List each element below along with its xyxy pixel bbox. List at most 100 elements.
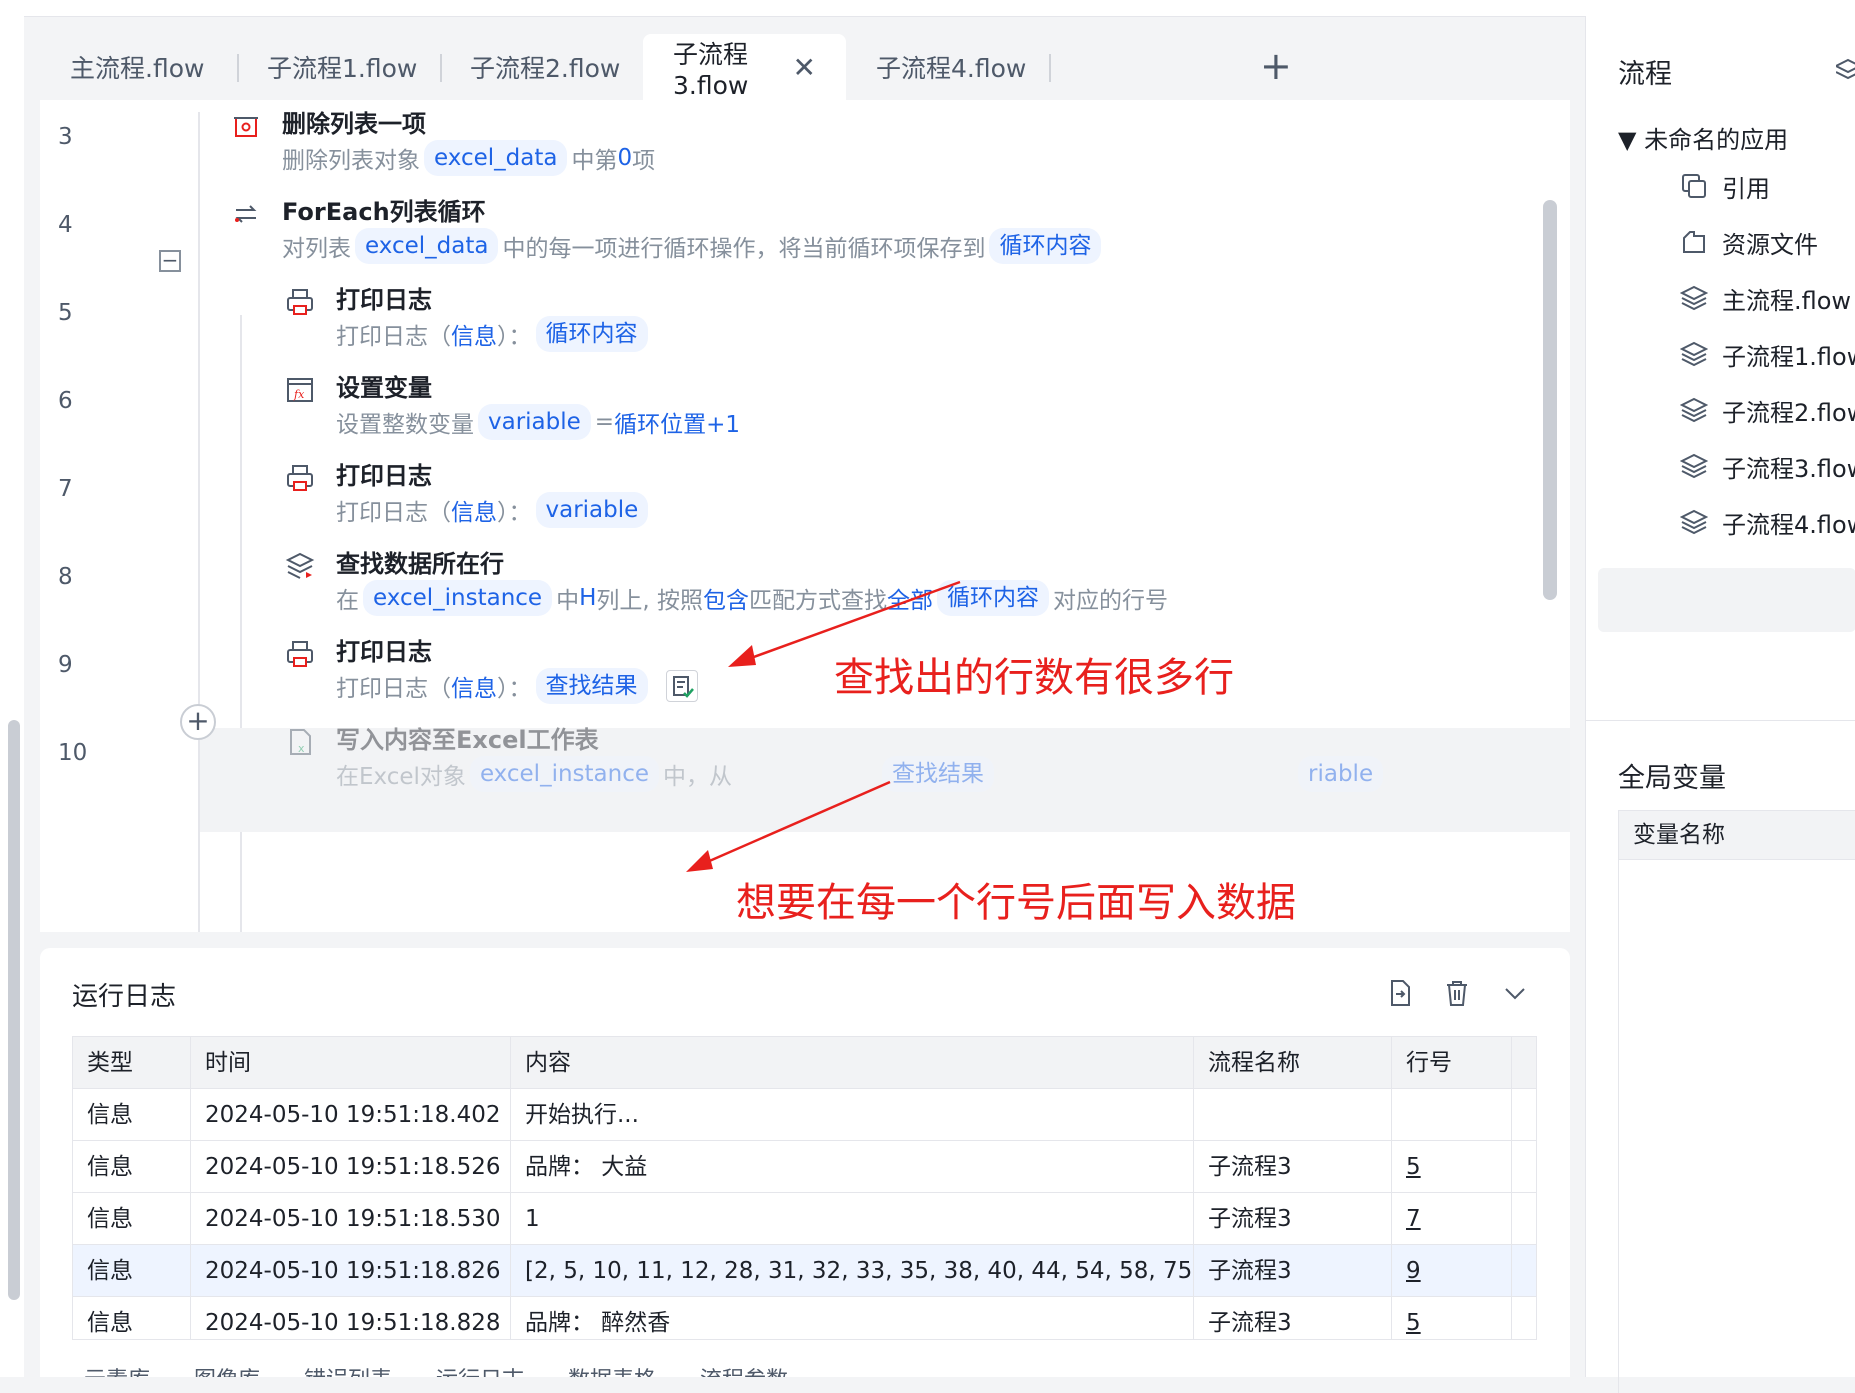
table-row[interactable]: 信息 2024-05-10 19:51:18.530 1 子流程3 7 — [73, 1193, 1536, 1245]
editor-scrollbar[interactable] — [1543, 200, 1557, 600]
tree-item-subflow-3[interactable]: 子流程3.flow — [1680, 438, 1855, 494]
line-number: 9 — [58, 652, 73, 678]
cell-line-link[interactable]: 7 — [1392, 1193, 1512, 1245]
table-row[interactable]: 信息 2024-05-10 19:51:18.526 品牌： 大益 子流程3 5 — [73, 1141, 1536, 1193]
tree-item-label: 子流程2.flow — [1722, 398, 1855, 427]
tab-label: 子流程4.flow — [876, 54, 1027, 83]
layers-icon — [1680, 397, 1708, 423]
printer-icon — [287, 641, 313, 667]
trash-box-icon — [234, 117, 258, 137]
tab-label: 子流程1.flow — [267, 54, 418, 83]
variable-chip[interactable]: excel_instance — [363, 580, 553, 616]
cell-line-link[interactable]: 9 — [1392, 1245, 1512, 1297]
collapse-toggle[interactable]: − — [159, 250, 181, 272]
log-check-icon[interactable] — [665, 670, 698, 702]
table-header: 类型 时间 内容 流程名称 行号 — [73, 1037, 1536, 1089]
line-number: 4 — [58, 212, 73, 238]
step-title: 打印日志 — [336, 638, 432, 666]
cell-time: 2024-05-10 19:51:18.826 — [191, 1245, 511, 1297]
loop-branch-line — [240, 315, 242, 932]
copy-icon — [1682, 174, 1706, 198]
printer-icon — [287, 289, 313, 315]
tab-subflow-4[interactable]: 子流程4.flow — [846, 34, 1056, 100]
excel-file-icon: x — [290, 729, 311, 755]
variable-chip[interactable]: 循环内容 — [937, 580, 1049, 616]
cell-content: 品牌： 大益 — [511, 1141, 1194, 1193]
tree-item-resources[interactable]: 资源文件 — [1680, 214, 1818, 270]
column-header: 内容 — [511, 1037, 1194, 1089]
tab-subflow-3[interactable]: 子流程3.flow ✕ — [643, 34, 846, 100]
tab-label: 子流程2.flow — [470, 54, 621, 83]
flow-editor: 3 4 5 6 7 8 9 10 − + 删除列表一项 删除列表对象 excel_… — [40, 100, 1570, 932]
variable-chip[interactable]: variable — [478, 404, 591, 440]
right-sidebar: 流程 ▼ 未命名的应用 引用 资源文件 主流程.flow 子流程1.flow 子… — [1585, 16, 1855, 1393]
table-row[interactable]: 信息 2024-05-10 19:51:18.402 开始执行... — [73, 1089, 1536, 1141]
panel-divider — [1586, 720, 1855, 721]
tab-label: 子流程3.flow — [673, 39, 749, 100]
variable-chip[interactable]: excel_instance — [469, 756, 660, 792]
variable-chip[interactable]: 查找结果 — [535, 668, 648, 704]
variable-chip[interactable]: riable — [1298, 756, 1384, 792]
cell-flow-name: 子流程3 — [1194, 1141, 1392, 1193]
tree-item-subflow-2[interactable]: 子流程2.flow — [1680, 382, 1855, 438]
tree-selected-highlight — [1598, 568, 1855, 632]
step-description: 在 excel_instance 中 H 列上, 按照 包含 匹配方式查找 全部 循环内容 对应的… — [336, 580, 1168, 616]
bottom-panel-tabs[interactable]: 元素库 图像库 错误列表 运行日志 数据表格 流程参数 — [84, 1362, 788, 1377]
variable-chip[interactable]: excel_data — [355, 228, 499, 264]
close-icon[interactable]: ✕ — [793, 51, 816, 84]
trash-icon[interactable] — [1442, 978, 1472, 1008]
variable-chip[interactable]: 循环内容 — [989, 228, 1102, 264]
panel-title: 流程 — [1618, 59, 1672, 90]
top-bar — [0, 0, 1855, 17]
layers-icon — [1680, 285, 1708, 311]
add-step-button[interactable]: + — [180, 704, 216, 740]
tab-main-flow[interactable]: 主流程.flow — [40, 34, 234, 100]
cell-line-link[interactable]: 5 — [1392, 1141, 1512, 1193]
line-number: 6 — [58, 388, 73, 414]
column-header: 流程名称 — [1194, 1037, 1392, 1089]
tab-separator — [1049, 54, 1051, 82]
layers-search-icon — [285, 552, 315, 579]
cell-content: 开始执行... — [511, 1089, 1194, 1141]
folder-icon — [1683, 231, 1705, 253]
cell-time: 2024-05-10 19:51:18.526 — [191, 1141, 511, 1193]
tab-label: 主流程.flow — [70, 54, 205, 83]
chevron-down-icon[interactable] — [1500, 978, 1530, 1008]
column-header: 类型 — [73, 1037, 191, 1089]
variable-chip[interactable]: excel_data — [424, 140, 568, 176]
tree-root-app[interactable]: ▼ 未命名的应用 — [1618, 120, 1788, 155]
add-tab-button[interactable]: + — [1260, 44, 1292, 88]
function-icon: fx — [287, 378, 313, 402]
export-icon[interactable] — [1385, 978, 1415, 1008]
tab-subflow-1[interactable]: 子流程1.flow — [237, 34, 447, 100]
tree-item-label: 资源文件 — [1722, 230, 1818, 259]
cell-time: 2024-05-10 19:51:18.530 — [191, 1193, 511, 1245]
cell-type: 信息 — [73, 1089, 191, 1141]
tree-item-subflow-4[interactable]: 子流程4.flow — [1680, 494, 1855, 550]
cell-flow-name — [1194, 1089, 1392, 1141]
tree-item-subflow-1[interactable]: 子流程1.flow — [1680, 326, 1855, 382]
cell-type: 信息 — [73, 1193, 191, 1245]
variable-chip[interactable]: 查找结果 — [882, 756, 995, 792]
cell-line-link[interactable] — [1392, 1089, 1512, 1141]
table-row-selected[interactable]: 信息 2024-05-10 19:51:18.826 [2, 5, 10, 11… — [73, 1245, 1536, 1297]
cell-content: 品牌： 醉然香 — [511, 1297, 1194, 1339]
tab-subflow-2[interactable]: 子流程2.flow — [440, 34, 650, 100]
left-scrollbar[interactable] — [8, 720, 20, 1300]
cell-time: 2024-05-10 19:51:18.828 — [191, 1297, 511, 1339]
step-description: 打印日志（ 信息）： 查找结果 — [336, 668, 698, 704]
cell-type: 信息 — [73, 1141, 191, 1193]
tree-item-references[interactable]: 引用 — [1680, 158, 1770, 214]
step-title: 打印日志 — [336, 462, 432, 490]
tab-bar: 主流程.flow 子流程1.flow 子流程2.flow 子流程3.flow ✕… — [40, 34, 1570, 100]
step-title: 查找数据所在行 — [336, 550, 504, 578]
variable-chip[interactable]: variable — [535, 492, 649, 528]
tree-item-label: 引用 — [1722, 174, 1770, 203]
log-title: 运行日志 — [72, 982, 177, 1012]
table-row[interactable]: 信息 2024-05-10 19:51:18.828 品牌： 醉然香 子流程3 … — [73, 1297, 1536, 1339]
layers-icon[interactable] — [1836, 56, 1855, 84]
cell-line-link[interactable]: 5 — [1392, 1297, 1512, 1339]
tree-item-main-flow[interactable]: 主流程.flow — [1680, 270, 1851, 326]
step-description: 在Excel对象 excel_instance 中，从 查找结果 riable — [336, 756, 1387, 792]
variable-chip[interactable]: 循环内容 — [535, 316, 648, 352]
